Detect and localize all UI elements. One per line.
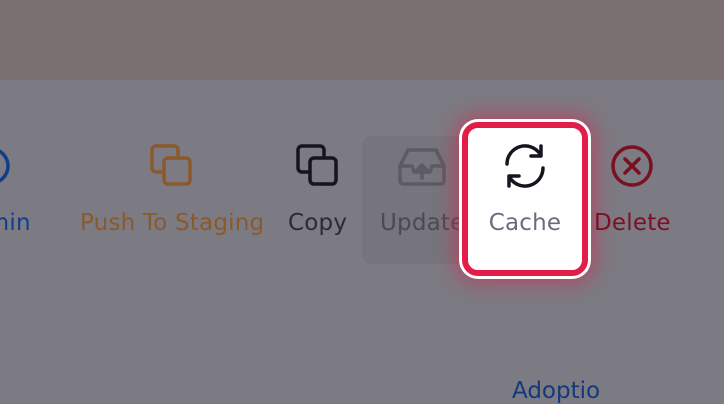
admin-button[interactable]: dmin	[0, 140, 31, 236]
upload-tray-icon	[396, 140, 448, 192]
copy-label: Copy	[288, 210, 348, 236]
admin-label: dmin	[0, 210, 31, 236]
delete-button[interactable]: Delete	[594, 140, 671, 236]
copy-icon	[292, 140, 344, 192]
refresh-icon	[499, 140, 551, 192]
update-label: Update	[380, 210, 465, 236]
update-button[interactable]: Update	[380, 140, 465, 236]
copy-button[interactable]: Copy	[288, 140, 347, 236]
push-to-staging-label: Push To Staging	[80, 210, 265, 236]
cache-button[interactable]: Cache	[462, 140, 588, 236]
top-bar	[0, 0, 724, 80]
cache-label: Cache	[488, 210, 562, 236]
copy-icon	[146, 140, 198, 192]
push-to-staging-button[interactable]: Push To Staging	[80, 140, 264, 236]
close-circle-icon	[606, 140, 658, 192]
circle-icon	[0, 140, 23, 192]
adoption-link[interactable]: Adoptio	[512, 378, 600, 404]
delete-label: Delete	[594, 210, 671, 236]
